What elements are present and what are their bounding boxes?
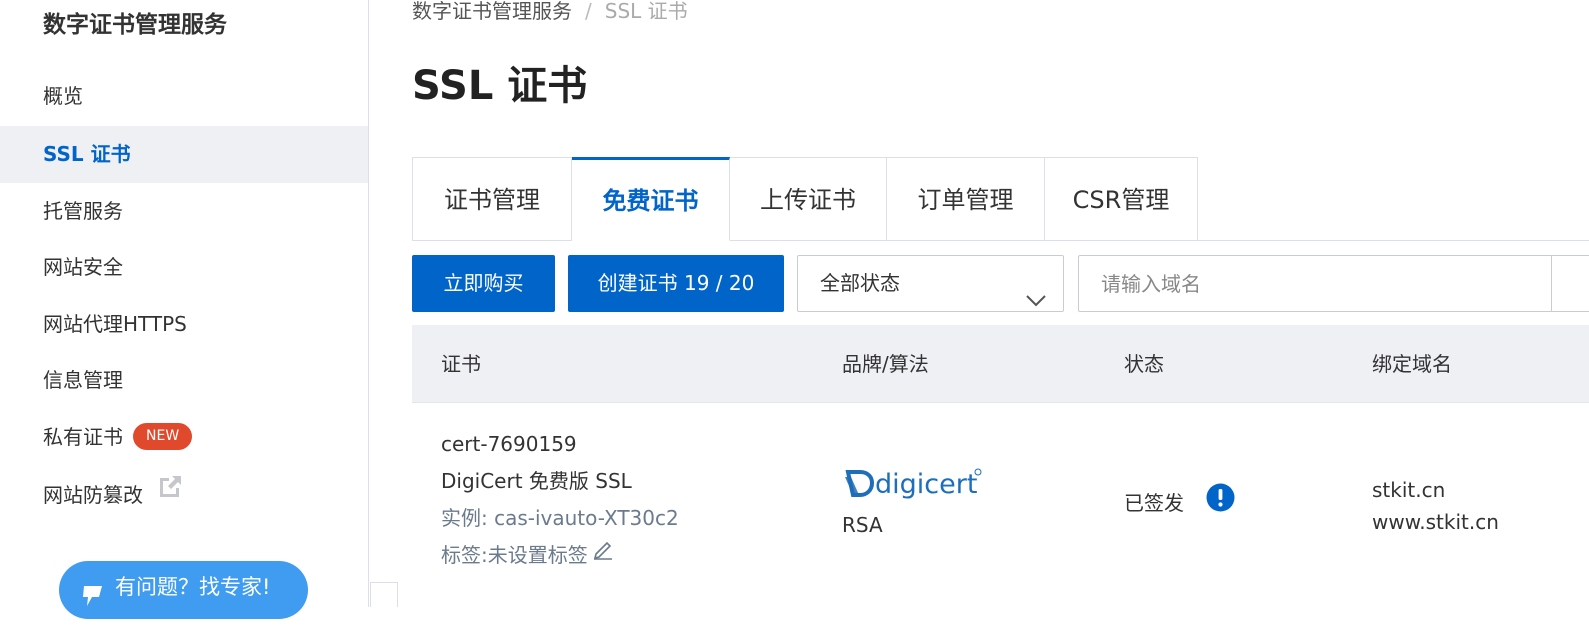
exclamation-circle-icon[interactable] xyxy=(1206,483,1235,520)
brand-cell: digicert RSA xyxy=(842,466,984,539)
sidebar-item-proxy-https[interactable]: 网站代理HTTPS xyxy=(0,296,368,353)
column-header-status: 状态 xyxy=(1124,352,1164,376)
sidebar-item-label: 概览 xyxy=(43,84,83,108)
status-cell: 已签发 xyxy=(1124,483,1235,523)
tab-bar: 证书管理 免费证书 上传证书 订单管理 CSR管理 xyxy=(412,157,1198,241)
tab-csr-management[interactable]: CSR管理 xyxy=(1045,157,1198,241)
tab-label: 证书管理 xyxy=(444,186,540,214)
sidebar-title: 数字证书管理服务 xyxy=(43,12,227,38)
status-filter-value: 全部状态 xyxy=(820,271,900,295)
breadcrumb-separator: / xyxy=(585,0,592,23)
tab-certificate-management[interactable]: 证书管理 xyxy=(412,157,572,241)
sidebar-item-private-certificates[interactable]: 私有证书 NEW xyxy=(0,409,368,466)
certificate-cell: cert-7690159 DigiCert 免费版 SSL 实例: cas-iv… xyxy=(441,426,679,575)
sidebar-item-managed-service[interactable]: 托管服务 xyxy=(0,183,368,240)
edit-pencil-icon[interactable] xyxy=(592,535,614,572)
tab-label: 上传证书 xyxy=(760,186,856,214)
new-badge: NEW xyxy=(133,423,193,450)
certificate-tags[interactable]: 标签:未设置标签 xyxy=(441,537,679,575)
ask-expert-label: 有问题？找专家! xyxy=(115,575,271,599)
sidebar-item-label: 网站防篡改 xyxy=(43,483,143,507)
status-filter-select[interactable]: 全部状态 xyxy=(797,255,1064,312)
breadcrumb: 数字证书管理服务 / SSL 证书 xyxy=(412,0,688,25)
sidebar-item-label: 网站安全 xyxy=(43,255,123,279)
tab-label: 免费证书 xyxy=(602,187,699,215)
certificate-name: DigiCert 免费版 SSL xyxy=(441,469,632,493)
sidebar-item-tamper-protection[interactable]: 网站防篡改 xyxy=(0,467,368,524)
tab-upload-certificate[interactable]: 上传证书 xyxy=(730,157,887,241)
domain-item: stkit.cn xyxy=(1372,478,1446,502)
domain-search-input[interactable] xyxy=(1078,255,1589,312)
collapse-handle[interactable] xyxy=(370,582,398,607)
chevron-down-icon xyxy=(1025,274,1047,329)
sidebar-item-info-management[interactable]: 信息管理 xyxy=(0,352,368,409)
domains-cell: stkit.cn www.stkit.cn xyxy=(1372,474,1499,538)
digicert-wordmark: digicert xyxy=(875,469,977,500)
page-title: SSL 证书 xyxy=(412,63,588,109)
breadcrumb-root[interactable]: 数字证书管理服务 xyxy=(412,0,572,23)
tab-label: CSR管理 xyxy=(1072,186,1170,214)
sidebar-item-label: SSL 证书 xyxy=(43,142,131,166)
tab-order-management[interactable]: 订单管理 xyxy=(887,157,1045,241)
create-certificate-button[interactable]: 创建证书 19 / 20 xyxy=(568,255,784,312)
column-header-bound-domains: 绑定域名 xyxy=(1372,352,1452,376)
sidebar-item-label: 私有证书 xyxy=(43,425,123,449)
column-header-certificate: 证书 xyxy=(441,352,481,376)
tabs-divider xyxy=(1197,240,1589,241)
status-text: 已签发 xyxy=(1124,491,1184,515)
external-link-icon xyxy=(157,465,184,522)
sidebar-item-ssl-certificates[interactable]: SSL 证书 xyxy=(0,126,368,183)
column-header-brand-algorithm: 品牌/算法 xyxy=(842,352,929,376)
sidebar-item-label: 网站代理HTTPS xyxy=(43,312,187,336)
table-header: 证书 品牌/算法 状态 绑定域名 xyxy=(412,325,1589,403)
algorithm: RSA xyxy=(842,513,883,537)
ask-expert-button[interactable]: 有问题？找专家! xyxy=(59,561,308,619)
sidebar-item-label: 信息管理 xyxy=(43,368,123,392)
certificate-instance[interactable]: 实例: cas-ivauto-XT30c2 xyxy=(441,500,679,537)
sidebar-item-website-security[interactable]: 网站安全 xyxy=(0,239,368,296)
sidebar: 数字证书管理服务 概览 SSL 证书 托管服务 网站安全 网站代理HTTPS 信… xyxy=(0,0,369,619)
buy-now-button[interactable]: 立即购买 xyxy=(412,255,555,312)
breadcrumb-current: SSL 证书 xyxy=(604,0,688,23)
search-divider xyxy=(1551,256,1552,311)
sidebar-item-overview[interactable]: 概览 xyxy=(0,68,368,125)
tags-label: 标签:未设置标签 xyxy=(441,543,588,567)
domain-item: www.stkit.cn xyxy=(1372,510,1499,534)
certificate-id: cert-7690159 xyxy=(441,432,577,456)
sidebar-item-label: 托管服务 xyxy=(43,199,123,223)
digicert-logo: digicert xyxy=(842,466,984,505)
tab-free-certificates[interactable]: 免费证书 xyxy=(572,157,730,241)
chat-bubble-icon xyxy=(81,575,105,627)
tab-label: 订单管理 xyxy=(917,186,1014,214)
